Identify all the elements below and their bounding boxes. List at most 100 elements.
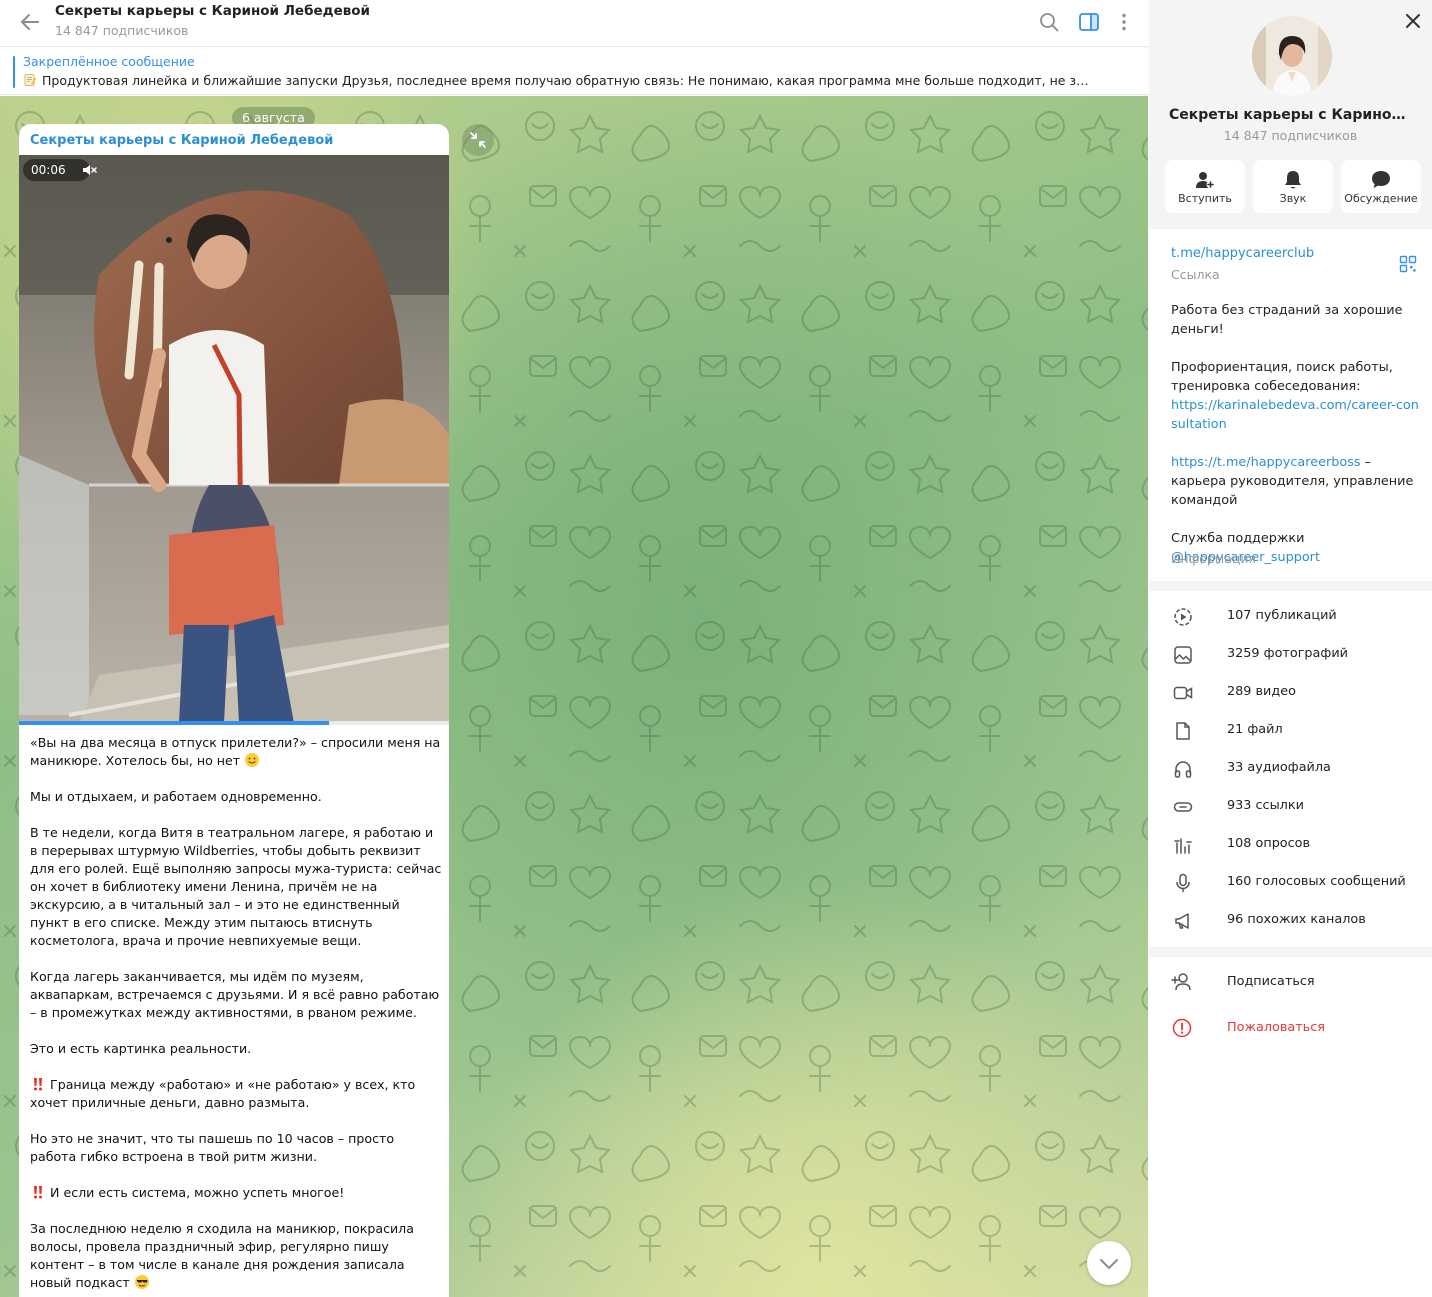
media-label: 96 похожих каналов [1227,912,1366,927]
join-label: Вступить [1178,192,1232,205]
sound-button[interactable]: Звук [1253,160,1333,213]
post-paragraph: Но это не значит, что ты пашешь по 10 ча… [30,1131,395,1164]
media-row-audio[interactable]: 33 аудиофайла [1149,750,1432,788]
file-icon [1176,722,1190,740]
subscribe-action[interactable]: Подписаться [1149,961,1432,1001]
post-text: «Вы на два месяца в отпуск прилетели?» –… [30,734,442,1297]
media-label: 33 аудиофайла [1227,760,1331,775]
media-label: 289 видео [1227,684,1296,699]
chat-title[interactable]: Секреты карьеры с Кариной Лебедевой [55,3,370,19]
sunglasses-emoji-icon [134,1275,149,1289]
discussion-button[interactable]: Обсуждение [1341,160,1421,213]
media-row-similar[interactable]: 96 похожих каналов [1149,902,1432,940]
chat-column: Секреты карьеры с Кариной Лебедевой 14 8… [0,0,1148,1297]
discussion-label: Обсуждение [1344,192,1418,205]
media-label: 107 публикаций [1227,608,1337,623]
media-label: 933 ссылки [1227,798,1304,813]
warning-icon [1172,1018,1192,1038]
add-user-icon [1196,172,1215,189]
pinned-title: Закреплённое сообщение [23,54,195,69]
profile-header: Секреты карьеры с Кариной Ле... 14 847 п… [1149,0,1432,228]
shared-media-list: 107 публикаций 3259 фотографий 289 видео… [1149,591,1432,947]
subscribe-label: Подписаться [1227,974,1315,989]
media-row-links[interactable]: 933 ссылки [1149,788,1432,826]
memo-emoji-icon [24,74,37,86]
description-link[interactable]: https://karinalebedeva.com/career-consul… [1171,396,1421,434]
muted-speaker-icon[interactable] [81,162,97,178]
chat-header: Секреты карьеры с Кариной Лебедевой 14 8… [0,0,1148,47]
channel-description: Работа без страданий за хорошие деньги! … [1171,301,1421,567]
description-line: Профориентация, поиск работы, тренировка… [1171,360,1393,394]
video-frame [19,155,449,723]
chat-icon [1372,171,1390,188]
media-row-files[interactable]: 21 файл [1149,712,1432,750]
channel-actions: Подписаться Пожаловаться [1149,957,1432,1297]
link-icon [1173,802,1193,812]
megaphone-icon [1175,913,1189,929]
join-button[interactable]: Вступить [1165,160,1245,213]
post-paragraph: За последнюю неделю я сходила на маникюр… [30,1221,414,1290]
photo-icon [1174,646,1192,664]
video-progress-track[interactable] [19,721,449,725]
sidebar-toggle-icon[interactable] [1075,8,1103,36]
report-action[interactable]: Пожаловаться [1149,1007,1432,1047]
media-row-photos[interactable]: 3259 фотографий [1149,636,1432,674]
chat-subscribers: 14 847 подписчиков [55,23,189,38]
pinned-indicator [13,56,15,88]
double-exclamation-icon [34,1078,42,1091]
media-label: 3259 фотографий [1227,646,1348,661]
pinned-preview: Продуктовая линейка и ближайшие запуски … [42,73,1093,88]
description-link[interactable]: https://t.me/happycareerboss [1171,455,1361,470]
post-author[interactable]: Секреты карьеры с Кариной Лебедевой [30,133,333,148]
media-label: 108 опросов [1227,836,1311,851]
post-paragraph: Мы и отдыхаем, и работаем одновременно. [30,789,322,804]
bell-icon [1285,171,1301,189]
description-line: Служба поддержки [1171,531,1305,546]
avatar[interactable] [1252,16,1332,96]
qr-code-icon[interactable] [1399,255,1417,273]
double-exclamation-icon [34,1186,42,1199]
media-row-voice[interactable]: 160 голосовых сообщений [1149,864,1432,902]
media-label: 21 файл [1227,722,1283,737]
more-vertical-icon[interactable] [1110,8,1138,36]
channel-info: t.me/happycareerclub Ссылка Работа без с… [1149,229,1432,581]
video-icon [1173,686,1193,700]
post-paragraph: Это и есть картинка реальности. [30,1041,252,1056]
post-paragraph: В те недели, когда Витя в театральном ла… [30,825,442,948]
post-video[interactable]: 00:06 [19,155,449,723]
video-progress-fill [19,721,329,725]
report-label: Пожаловаться [1227,1020,1325,1035]
profile-subscribers: 14 847 подписчиков [1223,128,1358,143]
media-label: 160 голосовых сообщений [1227,874,1406,889]
post-paragraph: И если есть система, можно успеть многое… [30,1184,442,1202]
headphones-icon [1174,761,1192,778]
avatar-photo [1252,16,1332,96]
collapse-button[interactable] [462,124,494,156]
post-paragraph: «Вы на два месяца в отпуск прилетели?» –… [30,735,441,768]
close-icon[interactable] [1400,8,1426,34]
channel-post: Секреты карьеры с Кариной Лебедевой 00:0… [19,124,449,1297]
post-paragraph: Граница между «работаю» и «не работаю» у… [30,1077,416,1110]
back-arrow-icon[interactable] [14,6,46,38]
collapse-arrows-icon [470,132,486,148]
search-icon[interactable] [1035,8,1063,36]
sound-label: Звук [1279,192,1307,205]
profile-name: Секреты карьеры с Кариной Ле... [1169,107,1432,123]
chevron-down-icon [1100,1259,1118,1269]
pinned-text: Продуктовая линейка и ближайшие запуски … [23,73,1093,88]
description-line: Работа без страданий за хорошие деньги! [1171,303,1403,337]
video-duration: 00:06 [23,159,90,181]
media-row-videos[interactable]: 289 видео [1149,674,1432,712]
channel-link[interactable]: t.me/happycareerclub [1171,246,1314,261]
info-label: Информация [1171,551,1257,566]
add-user-icon [1171,973,1191,991]
chat-background: 6 августа Секреты карьеры с Кариной Лебе… [0,96,1148,1297]
microphone-icon [1176,873,1190,893]
poll-icon [1174,838,1192,854]
media-row-publications[interactable]: 107 публикаций [1149,598,1432,636]
scroll-down-button[interactable] [1087,1241,1131,1285]
post-paragraph: Когда лагерь заканчивается, мы идём по м… [30,969,440,1020]
media-row-polls[interactable]: 108 опросов [1149,826,1432,864]
pinned-message-bar[interactable]: Закреплённое сообщение Продуктовая линей… [0,48,1148,127]
stories-icon [1174,608,1192,626]
